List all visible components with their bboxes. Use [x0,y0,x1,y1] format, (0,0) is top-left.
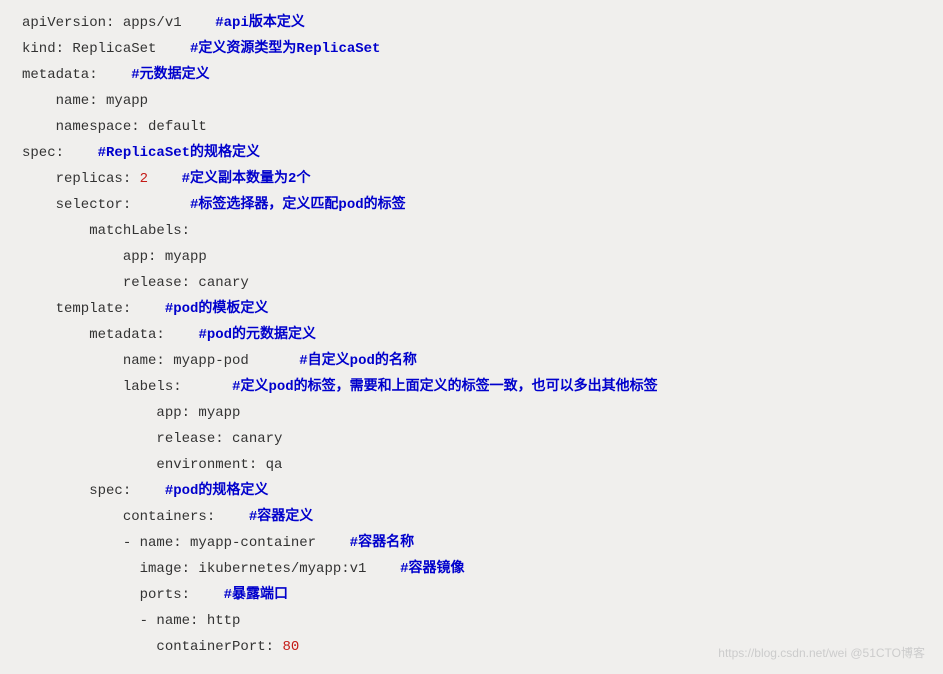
line-template: template: #pod的模板定义 [22,301,268,317]
line-p-name: - name: http [22,613,240,629]
line-kind: kind: ReplicaSet #定义资源类型为ReplicaSet [22,41,380,57]
line-metadata: metadata: #元数据定义 [22,67,210,83]
line-c-image: image: ikubernetes/myapp:v1 #容器镜像 [22,561,464,577]
line-t-name: name: myapp-pod #自定义pod的名称 [22,353,417,369]
line-replicas: replicas: 2 #定义副本数量为2个 [22,171,310,187]
line-matchLabels: matchLabels: [22,223,190,239]
line-ml-release: release: canary [22,275,249,291]
line-selector: selector: #标签选择器，定义匹配pod的标签 [22,197,406,213]
line-ml-app: app: myapp [22,249,207,265]
line-t-labels: labels: #定义pod的标签，需要和上面定义的标签一致，也可以多出其他标签 [22,379,658,395]
line-spec: spec: #ReplicaSet的规格定义 [22,145,260,161]
line-containers: containers: #容器定义 [22,509,313,525]
watermark: https://blog.csdn.net/wei @51CTO博客 [718,640,925,666]
line-c-name: - name: myapp-container #容器名称 [22,535,414,551]
yaml-code-block: apiVersion: apps/v1 #api版本定义 kind: Repli… [22,10,921,660]
line-meta-namespace: namespace: default [22,119,207,135]
line-tl-app: app: myapp [22,405,240,421]
line-apiVersion: apiVersion: apps/v1 #api版本定义 [22,15,305,31]
line-t-metadata: metadata: #pod的元数据定义 [22,327,316,343]
line-tl-release: release: canary [22,431,282,447]
line-tl-env: environment: qa [22,457,282,473]
line-c-ports: ports: #暴露端口 [22,587,288,603]
line-t-spec: spec: #pod的规格定义 [22,483,268,499]
line-meta-name: name: myapp [22,93,148,109]
line-p-cport: containerPort: 80 [22,639,299,655]
